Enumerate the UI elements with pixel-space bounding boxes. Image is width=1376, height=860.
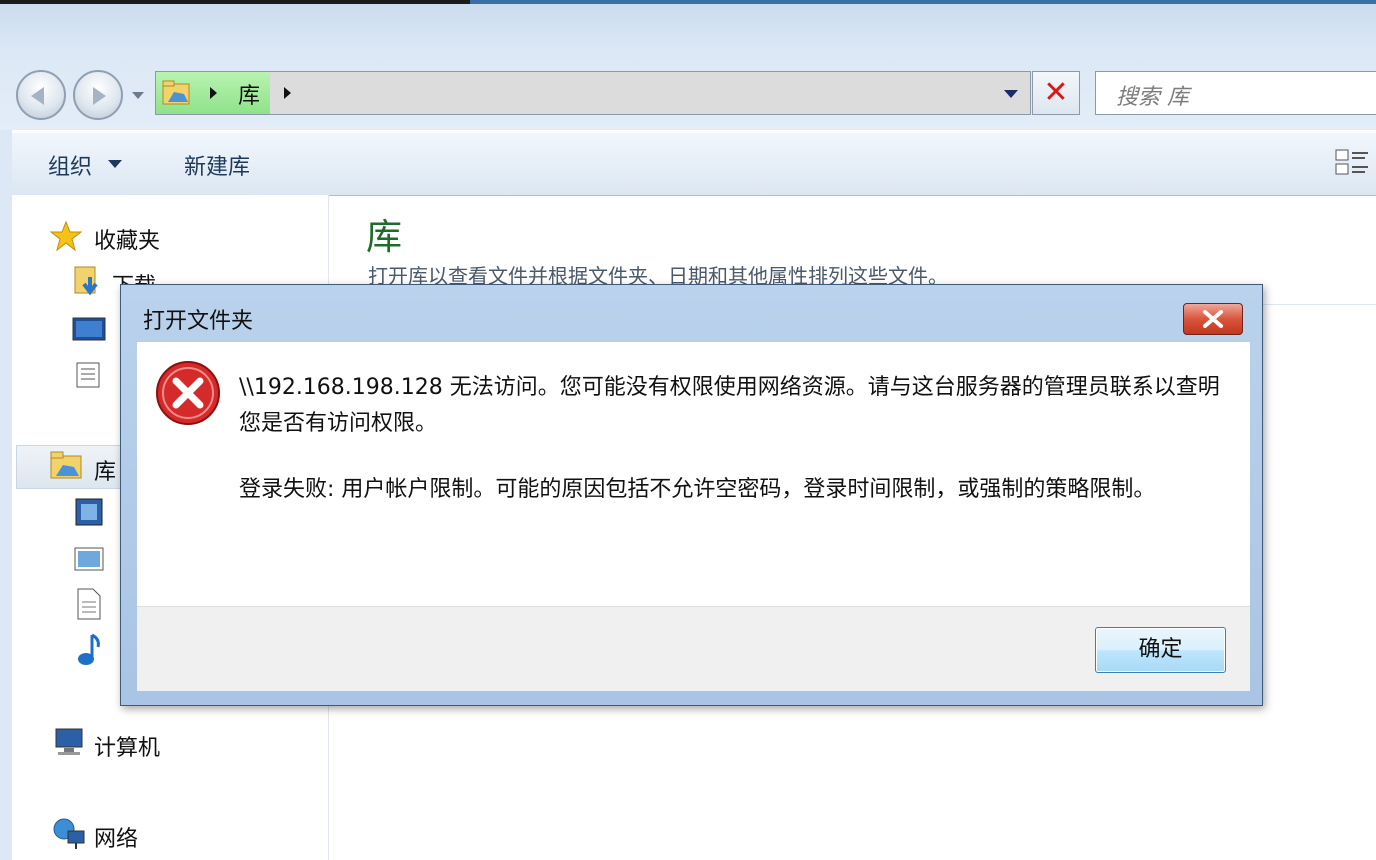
video-icon bbox=[75, 498, 103, 526]
document-icon bbox=[77, 588, 101, 620]
divider bbox=[1262, 304, 1376, 305]
forward-button[interactable] bbox=[73, 70, 123, 120]
address-dropdown-icon[interactable] bbox=[1004, 90, 1018, 98]
dialog-close-button[interactable] bbox=[1183, 303, 1243, 335]
error-dialog: 打开文件夹 \\192.168.198.128 无法访问。您可能没有权限使用网络… bbox=[120, 284, 1263, 706]
organize-button[interactable]: 组织 bbox=[48, 149, 92, 181]
sidebar-item-library[interactable]: 库 bbox=[94, 454, 116, 486]
download-folder-icon bbox=[74, 266, 98, 296]
view-options-icon[interactable] bbox=[1335, 148, 1369, 178]
computer-icon bbox=[55, 728, 83, 755]
network-icon bbox=[53, 818, 85, 849]
message-access-denied: \\192.168.198.128 无法访问。您可能没有权限使用网络资源。请与这… bbox=[239, 375, 1220, 436]
search-input[interactable]: 搜索 库 bbox=[1095, 71, 1376, 115]
picture-icon bbox=[74, 547, 104, 571]
stop-button[interactable]: ✕ bbox=[1032, 71, 1080, 115]
taskbar-strip bbox=[0, 0, 470, 4]
message-logon-failure: 登录失败: 用户帐户限制。可能的原因包括不允许空密码，登录时间限制，或强制的策略… bbox=[239, 477, 1156, 502]
music-icon bbox=[78, 633, 100, 665]
dialog-footer: 确定 bbox=[137, 606, 1250, 691]
address-bar[interactable]: 库 bbox=[155, 71, 1031, 115]
breadcrumb-arrow-icon[interactable] bbox=[210, 87, 217, 99]
library-folder-icon bbox=[50, 451, 82, 479]
library-folder-icon bbox=[162, 80, 190, 105]
dialog-title: 打开文件夹 bbox=[143, 309, 254, 334]
sidebar-item-computer[interactable]: 计算机 bbox=[94, 730, 160, 762]
page-title: 库 bbox=[366, 217, 403, 258]
stop-icon: ✕ bbox=[1043, 75, 1069, 110]
breadcrumb-arrow-icon[interactable] bbox=[284, 87, 291, 99]
ok-button[interactable]: 确定 bbox=[1095, 627, 1226, 673]
recent-pages-dropdown[interactable] bbox=[132, 92, 144, 99]
back-button[interactable] bbox=[16, 70, 66, 120]
close-icon bbox=[1203, 310, 1223, 328]
recent-icon bbox=[76, 362, 100, 388]
window-left-border bbox=[0, 130, 12, 860]
new-library-button[interactable]: 新建库 bbox=[184, 149, 250, 181]
back-icon bbox=[31, 87, 44, 105]
star-icon bbox=[50, 220, 82, 252]
dialog-message: \\192.168.198.128 无法访问。您可能没有权限使用网络资源。请与这… bbox=[239, 370, 1239, 508]
sidebar-item-favorites[interactable]: 收藏夹 bbox=[94, 223, 160, 255]
chevron-down-icon[interactable] bbox=[108, 160, 122, 168]
title-strip bbox=[470, 0, 1376, 4]
desktop-icon bbox=[72, 317, 106, 341]
command-bar: 组织 新建库 bbox=[12, 132, 1376, 196]
breadcrumb-library[interactable]: 库 bbox=[238, 78, 260, 110]
search-placeholder: 搜索 库 bbox=[1116, 85, 1189, 110]
dialog-content: \\192.168.198.128 无法访问。您可能没有权限使用网络资源。请与这… bbox=[137, 342, 1250, 606]
sidebar-item-network[interactable]: 网络 bbox=[94, 821, 138, 853]
error-icon bbox=[156, 361, 220, 425]
forward-icon bbox=[93, 87, 106, 105]
